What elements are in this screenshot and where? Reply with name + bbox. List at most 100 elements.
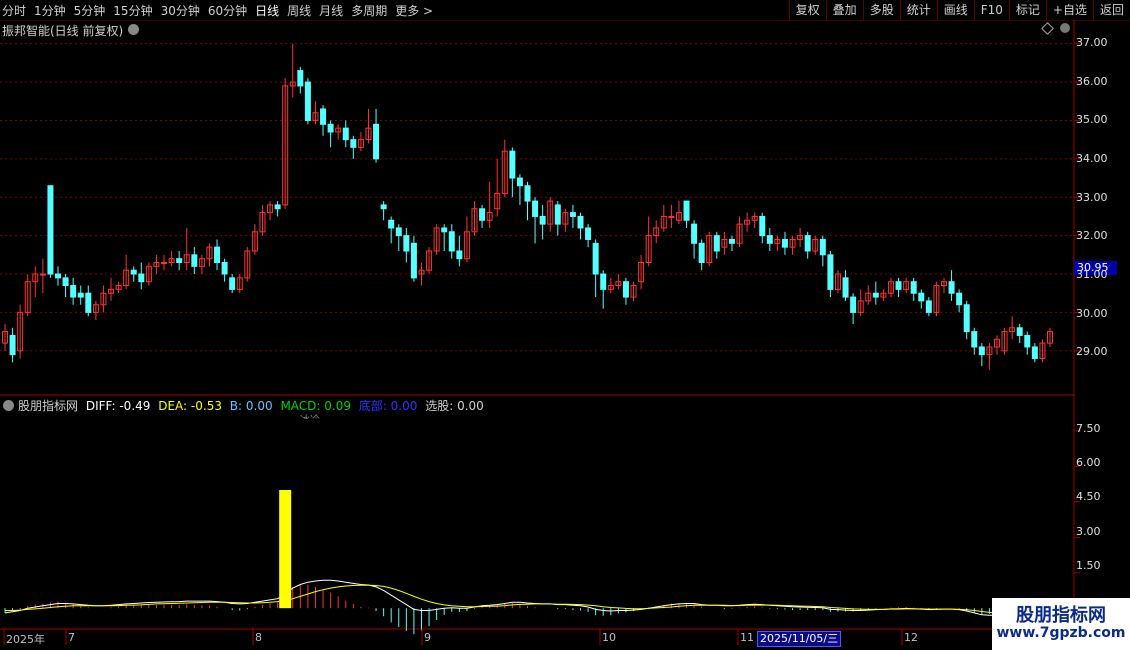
candle-body-9 [70,285,77,298]
candle-body-36 [274,204,281,210]
candle-body-90 [683,200,690,221]
candle-body-108 [819,238,826,256]
candle-body-118 [895,281,902,290]
candle-body-126 [956,292,963,306]
candle-body-112 [850,296,857,313]
candle-body-96 [728,238,735,244]
price-tick-5: 32.00 [1076,229,1108,242]
candle-body-136 [1031,346,1038,359]
candle-body-82 [622,281,629,298]
candle-body-10 [77,292,84,298]
candle-body-134 [1016,327,1023,336]
macd-tick-0: 7.50 [1076,422,1101,435]
price-tick-3: 34.00 [1076,152,1108,165]
candle-body-111 [842,277,849,298]
date-label-0: 2025年 [6,633,45,646]
candle-body-101 [766,235,773,244]
diff-value: DIFF: -0.49 [85,399,151,413]
candle-body-63 [479,208,486,221]
candle-body-103 [781,238,788,248]
macd-tick-3: 3.00 [1076,525,1101,538]
date-label-6: 12 [904,631,918,644]
date-label-4: 10 [602,631,616,644]
candle-body-121 [918,292,925,302]
candle-body-46 [350,139,357,148]
candle-body-106 [804,235,811,252]
indicator-name[interactable]: 股朋指标网 [18,399,78,413]
macd-tick-2: 4.50 [1076,490,1101,503]
candle-body-79 [600,273,607,290]
candle-body-128 [971,331,978,348]
candle-body-94 [713,235,720,252]
candle-body-25 [191,254,198,267]
macd-tick-4: 1.50 [1076,559,1101,572]
diff-line [4,579,1051,618]
candle-body-109 [827,254,834,290]
watermark: 股朋指标网 www.7gpzb.com [992,598,1130,650]
candle-body-58 [441,227,448,233]
date-label-3: 9 [424,631,431,644]
candle-body-49 [373,123,380,160]
cursor-date: 2025/11/05/三 [757,631,842,647]
candle-body-78 [592,242,599,275]
candle-body-50 [380,204,387,210]
candle-body-17 [130,269,137,275]
price-tick-6: 31.00 [1076,268,1108,281]
date-label-5: 11 [740,631,754,644]
indicator-legend: 股朋指标网 DIFF: -0.49 DEA: -0.53 B: 0.00 MAC… [0,397,1075,413]
candle-body-69 [524,185,531,202]
xuangu-value: 选股: 0.00 [425,399,484,413]
candle-body-127 [963,304,970,333]
candle-body-8 [62,277,69,287]
candle-body-125 [948,281,955,294]
chevron-down-icon[interactable] [3,400,14,411]
candle-body-23 [176,258,183,264]
candle-body-100 [759,215,766,237]
price-tick-1: 36.00 [1076,75,1108,88]
candle-body-18 [138,273,145,283]
price-tick-8: 29.00 [1076,345,1108,358]
candle-body-129 [978,346,985,356]
candle-body-5 [39,273,46,276]
candle-body-54 [410,242,417,279]
candle-body-115 [872,292,879,298]
chart-canvas[interactable] [0,0,1130,650]
candle-body-29 [221,262,228,275]
candle-body-77 [585,227,592,240]
price-tick-4: 33.00 [1076,191,1108,204]
signal-note: 冰冷 [300,411,320,419]
candle-body-42 [320,108,327,125]
candle-body-91 [691,223,698,244]
candle-body-51 [388,219,395,229]
date-label-1: 7 [68,631,75,644]
candle-body-92 [698,242,705,264]
watermark-title: 股朋指标网 [1016,605,1106,626]
b-value: B: 0.00 [229,399,273,413]
candle-body-7 [55,273,62,279]
candle-body-40 [304,81,311,121]
candle-body-67 [509,150,516,179]
candle-body-76 [577,215,584,229]
date-label-2: 8 [255,631,262,644]
candle-body-70 [532,200,539,217]
candle-body-43 [327,123,334,133]
candle-body-60 [456,250,463,260]
macd-tick-1: 6.00 [1076,456,1101,469]
candle-body-88 [668,215,675,218]
candle-body-6 [47,185,54,275]
candle-body-28 [214,246,221,264]
candle-body-73 [554,204,561,225]
candle-body-68 [516,177,523,187]
candle-body-135 [1024,334,1031,348]
candle-body-122 [925,300,932,313]
candle-body-53 [403,235,410,252]
price-tick-2: 35.00 [1076,113,1108,126]
candle-body-59 [448,231,455,252]
candle-body-30 [229,277,236,290]
dibu-value: 底部: 0.00 [358,399,418,413]
price-tick-7: 30.00 [1076,307,1108,320]
candle-body-1 [9,334,16,356]
price-tick-0: 37.00 [1076,36,1108,49]
dea-value: DEA: -0.53 [158,399,222,413]
signal-bar [279,490,292,609]
